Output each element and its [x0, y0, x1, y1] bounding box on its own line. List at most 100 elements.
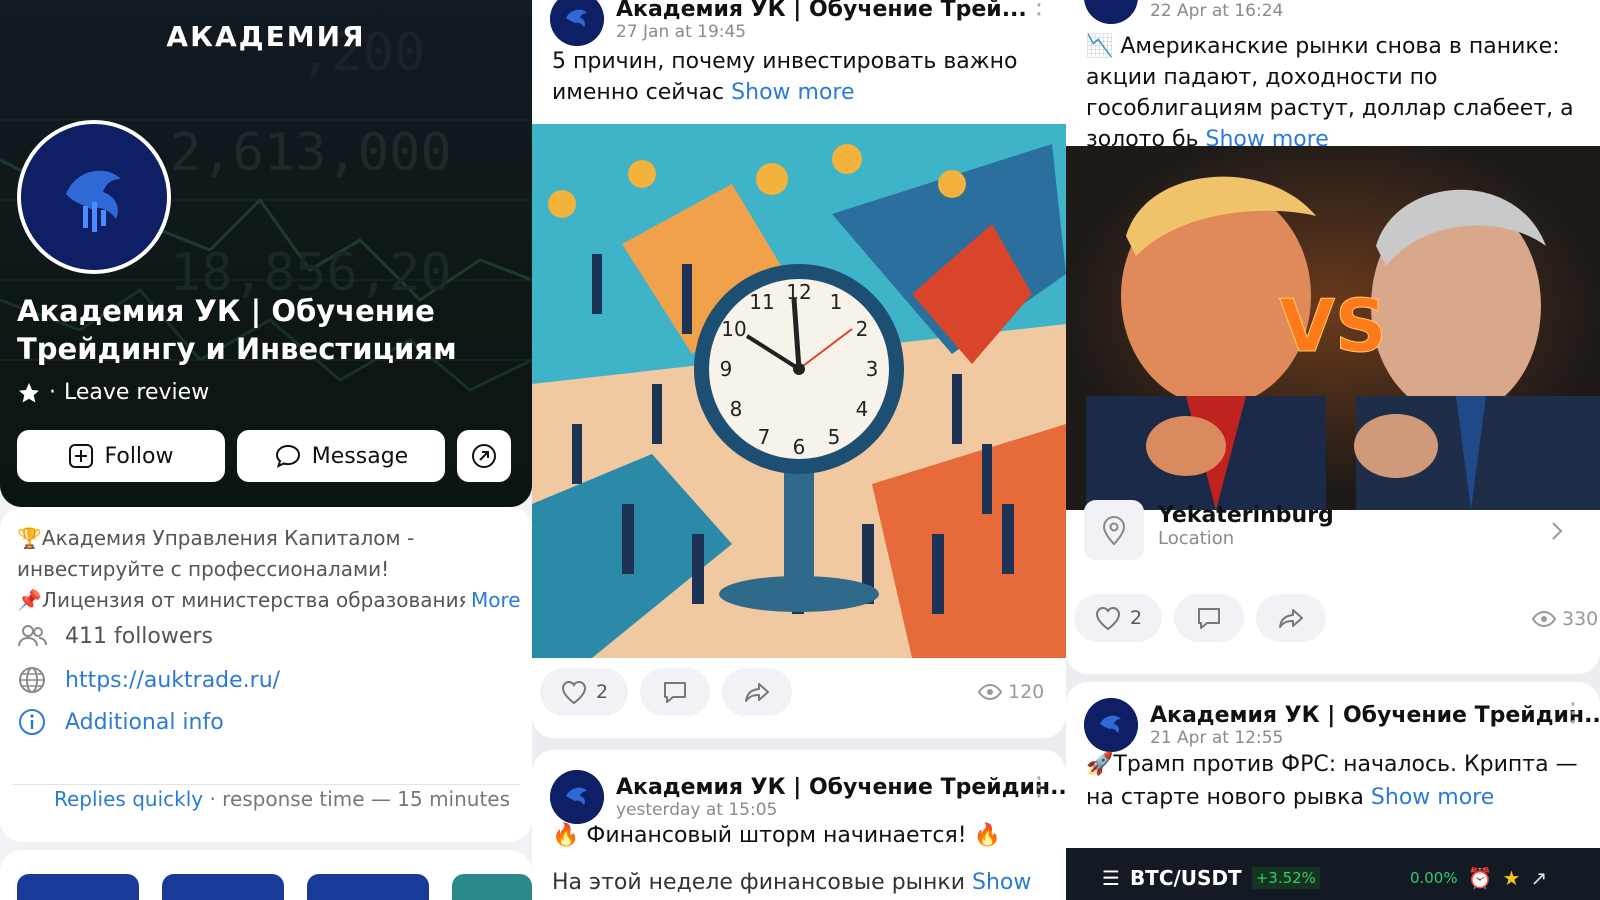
share-button[interactable] — [1256, 594, 1326, 642]
media-thumbnail[interactable] — [162, 874, 284, 900]
comment-button[interactable] — [640, 668, 710, 716]
share-icon — [1279, 609, 1303, 628]
post-card: 22 Apr at 16:24 📉 Американские рынки сно… — [1066, 0, 1600, 674]
orca-logo-icon — [1084, 0, 1138, 24]
website-link[interactable]: https://auktrade.ru/ — [65, 668, 280, 693]
channel-title: Академия УК | Обучение Трейдингу и Инвес… — [17, 294, 457, 366]
heart-icon — [1095, 606, 1120, 631]
chevron-right-icon[interactable] — [1550, 520, 1564, 542]
leave-review-link[interactable]: Leave review — [64, 380, 209, 405]
orca-logo-icon — [1084, 698, 1138, 752]
channel-profile-column: 2,613,000 18,856,20 ,200 АКАДЕМИЯ Академ… — [0, 0, 532, 900]
share-circle-icon — [472, 444, 496, 468]
channel-avatar[interactable] — [17, 120, 171, 274]
svg-text:5: 5 — [828, 425, 841, 449]
post-header: 22 Apr at 16:24 — [1084, 0, 1283, 24]
show-more-link[interactable]: Show more — [731, 80, 854, 105]
svg-text:1: 1 — [830, 290, 843, 314]
post-avatar[interactable] — [1084, 698, 1138, 752]
star-gold-icon[interactable]: ★ — [1503, 866, 1521, 890]
ticker-pair: BTC/USDT — [1129, 866, 1242, 890]
svg-text:8: 8 — [730, 397, 743, 421]
post-body: 📉 Американские рынки снова в панике: акц… — [1086, 34, 1574, 152]
svg-text:2,613,000: 2,613,000 — [170, 123, 452, 183]
message-button[interactable]: Message — [237, 430, 445, 482]
post-actions: 2 — [1074, 594, 1326, 642]
replies-quickly-label: Replies quickly — [54, 787, 204, 811]
like-button[interactable]: 2 — [1074, 594, 1162, 642]
leave-review-row[interactable]: · Leave review — [17, 380, 209, 405]
post-header: Академия УК | Обучение Трейдин... yester… — [550, 770, 1066, 824]
post-author[interactable]: Академия УК | Обучение Трейдин... — [1150, 703, 1600, 728]
like-button[interactable]: 2 — [540, 668, 628, 716]
post-date: yesterday at 15:05 — [616, 799, 778, 820]
additional-info-link[interactable]: Additional info — [65, 710, 224, 735]
eye-icon — [978, 684, 1002, 700]
post-date: 22 Apr at 16:24 — [1150, 1, 1284, 21]
follow-button[interactable]: Follow — [17, 430, 225, 482]
followers-icon — [18, 625, 47, 647]
kebab-icon[interactable]: ⋮ — [1026, 0, 1052, 20]
svg-text:12: 12 — [786, 280, 811, 304]
show-more-link[interactable]: Show more — [1371, 785, 1494, 810]
comment-icon — [664, 682, 686, 703]
vs-label: VS — [1279, 284, 1387, 368]
post-image-clock-illustration[interactable]: 12 12 345 678 91011 — [532, 124, 1066, 658]
post-avatar[interactable] — [550, 0, 604, 46]
location-info[interactable]: Yekaterinburg Location — [1158, 503, 1334, 549]
orca-logo-icon — [550, 770, 604, 824]
post-text: 🚀Трамп против ФРС: началось. Крипта — на… — [1086, 748, 1581, 814]
media-thumbnail[interactable] — [17, 874, 139, 900]
post-author[interactable]: Академия УК | Обучение Трейдин... — [616, 775, 1066, 800]
review-separator: · — [49, 380, 56, 405]
star-icon — [19, 382, 39, 402]
post-text: 5 причин, почему инвестировать важно име… — [552, 46, 1032, 108]
media-thumbnail[interactable] — [307, 874, 429, 900]
alarm-icon[interactable]: ⏰ — [1468, 866, 1493, 890]
posts-column-middle: Академия УК | Обучение Трей... 27 Jan at… — [532, 0, 1066, 900]
external-link-icon[interactable]: ↗ — [1530, 866, 1547, 890]
about-divider — [12, 784, 520, 785]
svg-text:3: 3 — [866, 357, 879, 381]
post-avatar[interactable] — [1084, 0, 1138, 24]
svg-text:6: 6 — [793, 435, 806, 459]
info-icon — [19, 709, 45, 735]
more-link[interactable]: More — [465, 585, 521, 616]
description-text: 🏆Академия Управления Капиталом - инвести… — [17, 526, 471, 612]
kebab-icon[interactable]: ⋮ — [1026, 772, 1052, 802]
post-avatar[interactable] — [550, 770, 604, 824]
comment-icon — [1198, 608, 1220, 629]
post-card: Академия УК | Обучение Трейдин... yester… — [532, 750, 1066, 900]
profile-header: 2,613,000 18,856,20 ,200 АКАДЕМИЯ Академ… — [0, 0, 532, 507]
kebab-icon[interactable]: ⋮ — [1560, 698, 1586, 728]
additional-info-row[interactable]: Additional info — [17, 707, 224, 737]
views-count: 120 — [1008, 681, 1045, 703]
location-pin — [1084, 500, 1144, 560]
ticker-mm: 0.00% — [1409, 869, 1458, 887]
post-image-trump-vs-fed[interactable]: VS — [1066, 146, 1600, 510]
post-body: 🚀Трамп против ФРС: началось. Крипта — на… — [1086, 752, 1578, 810]
share-profile-button[interactable] — [457, 430, 511, 482]
followers-count: 411 followers — [65, 623, 213, 649]
response-time-label: · response time — 15 minutes — [203, 787, 511, 811]
comment-button[interactable] — [1174, 594, 1244, 642]
posts-column-right: 22 Apr at 16:24 📉 Американские рынки сно… — [1066, 0, 1600, 900]
post-header: Академия УК | Обучение Трейдин... 21 Apr… — [1084, 698, 1600, 752]
location-city: Yekaterinburg — [1158, 503, 1334, 528]
media-strip — [0, 850, 532, 900]
post-author[interactable]: Академия УК | Обучение Трей... — [616, 0, 1027, 22]
followers-row[interactable]: 411 followers — [17, 623, 213, 649]
share-button[interactable] — [722, 668, 792, 716]
svg-text:10: 10 — [721, 317, 746, 341]
share-icon — [745, 683, 769, 702]
post-card: Академия УК | Обучение Трейдин... 21 Apr… — [1066, 682, 1600, 900]
media-thumbnail[interactable] — [452, 874, 532, 900]
views-counter: 120 — [978, 681, 1044, 703]
like-count: 2 — [595, 681, 609, 703]
ticker-bar[interactable]: ☰ BTC/USDT +3.52% 0.00% ⏰ ★ ↗ — [1066, 848, 1600, 900]
profile-actions: Follow Message — [17, 430, 511, 482]
post-body-line: На этой неделе финансовые рынки — [552, 870, 965, 895]
website-row[interactable]: https://auktrade.ru/ — [17, 665, 280, 695]
heart-icon — [561, 680, 586, 705]
menu-icon: ☰ — [1102, 866, 1120, 890]
